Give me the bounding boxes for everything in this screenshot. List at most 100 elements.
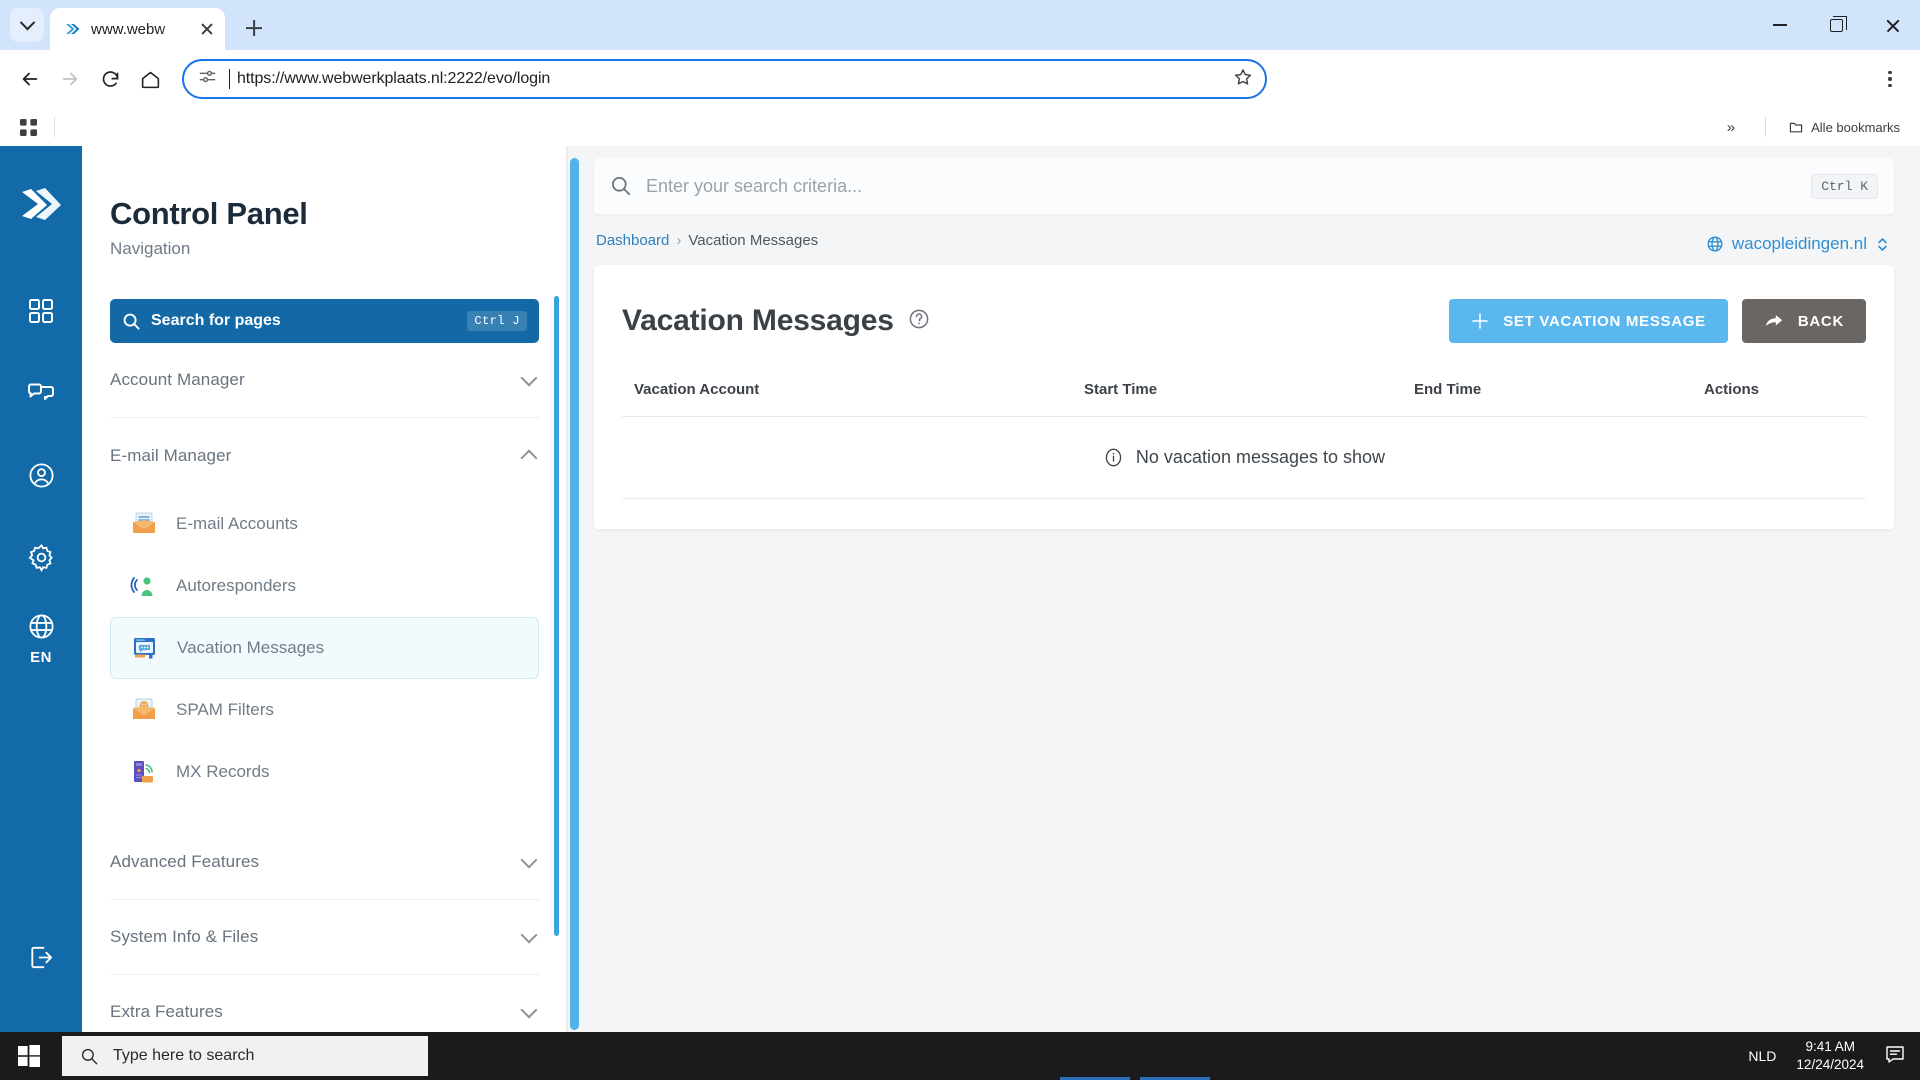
sidebar-scrollbar[interactable] [554,296,559,936]
sidebar-item-vacation-messages[interactable]: Vacation Messages [110,617,539,679]
language-label: EN [30,649,52,666]
logout-button[interactable] [14,930,68,984]
search-input[interactable]: Enter your search criteria... [646,176,1797,197]
search-pages-button[interactable]: Search for pages Ctrl J [110,299,539,343]
gear-icon [28,543,53,572]
bookmark-star-icon[interactable] [1233,67,1253,92]
domain-label: wacopleidingen.nl [1731,234,1867,253]
arrow-right-curve-icon [1765,315,1783,326]
back-button[interactable]: BACK [1741,299,1866,343]
breadcrumb-separator: › [676,232,682,249]
set-vacation-message-label: SET VACATION MESSAGE [1503,312,1706,330]
group-label: Advanced Features [110,852,260,871]
column-header-end-time: End Time [1414,381,1482,398]
clock[interactable]: 9:41 AM 12/24/2024 [1796,1038,1864,1074]
sidebar-item-email-accounts[interactable]: E-mail Accounts [110,493,539,555]
group-label: E-mail Manager [110,445,232,465]
bookmarks-right-group: » Alle bookmarks [1719,117,1906,137]
breadcrumb-current: Vacation Messages [688,232,819,249]
window-controls [1752,0,1920,50]
group-label: Extra Features [110,1002,223,1021]
chevron-updown-icon [1877,236,1888,253]
sidebar-item-account[interactable] [14,448,68,502]
home-button[interactable] [130,59,170,99]
double-chevron-icon [64,20,82,38]
sidebar-group-email-manager[interactable]: E-mail Manager [110,418,539,493]
bookmarks-overflow-button[interactable]: » [1719,119,1743,136]
browser-window: www.webw https://www.webwerkplaats.nl:22… [0,0,1920,1054]
sidebar-group-advanced-features[interactable]: Advanced Features [110,825,539,900]
browser-toolbar: https://www.webwerkplaats.nl:2222/evo/lo… [0,50,1920,108]
clock-time: 9:41 AM [1805,1038,1855,1054]
info-circle-icon [1105,448,1122,467]
chevron-down-icon [520,926,538,943]
sidebar-item-messages[interactable] [14,366,68,420]
site-settings-icon[interactable] [198,67,217,91]
close-icon [1885,18,1900,33]
sidebar-group-system-info-files[interactable]: System Info & Files [110,900,539,975]
windows-taskbar: Type here to search NLD 9:41 AM 12/24/20… [0,1032,1920,1080]
table-empty-state: No vacation messages to show [622,417,1866,499]
browser-tab[interactable]: www.webw [50,8,225,50]
forward-button[interactable] [50,59,90,99]
reload-button[interactable] [90,59,130,99]
sidebar-item-spam-filters[interactable]: SPAM Filters [110,679,539,741]
sidebar-item-dashboard[interactable] [14,284,68,338]
close-window-button[interactable] [1864,0,1920,50]
back-button[interactable] [10,59,50,99]
search-pages-shortcut: Ctrl J [467,311,527,331]
chevron-down-icon [520,369,538,386]
breadcrumb-dashboard[interactable]: Dashboard [596,232,669,249]
search-shortcut: Ctrl K [1811,173,1878,199]
address-bar[interactable]: https://www.webwerkplaats.nl:2222/evo/lo… [182,59,1267,99]
sidebar-group-account-manager[interactable]: Account Manager [110,343,539,418]
sidebar-item-settings[interactable] [14,530,68,584]
new-tab-button[interactable] [237,11,271,45]
domain-selector[interactable]: wacopleidingen.nl [1706,234,1888,254]
sidebar-item-autoresponders[interactable]: Autoresponders [110,555,539,617]
chat-icon [28,383,54,400]
dot [1888,70,1892,75]
apps-grid-icon[interactable] [14,113,42,141]
taskbar-search-box[interactable]: Type here to search [62,1036,428,1076]
main-content: Enter your search criteria... Ctrl K Das… [567,146,1920,1054]
maximize-button[interactable] [1808,0,1864,50]
notifications-icon[interactable] [1884,1043,1906,1070]
start-button[interactable] [0,1032,58,1080]
folder-icon [1789,122,1803,133]
main-scrollbar[interactable] [570,158,579,1030]
globe-icon [1707,236,1723,252]
navigation-sidebar: Control Panel Navigation Search for page… [82,146,567,1054]
language-selector[interactable]: EN [27,612,56,666]
vacation-messages-card: Vacation Messages SET VACATION MESSAGE B… [594,265,1894,529]
browser-menu-button[interactable] [1870,59,1910,99]
column-header-actions: Actions [1704,381,1760,398]
question-circle-icon[interactable] [908,308,930,335]
group-label: System Info & Files [110,927,259,946]
card-actions: SET VACATION MESSAGE BACK [1449,299,1866,343]
global-search-bar[interactable]: Enter your search criteria... Ctrl K [594,158,1894,214]
clock-date: 12/24/2024 [1796,1057,1864,1072]
monitor-message-icon [131,634,159,662]
back-label: BACK [1797,312,1844,330]
tab-search-button[interactable] [10,8,44,42]
dot [1888,83,1892,88]
vacation-messages-table: Vacation Account Start Time End Time Act… [622,381,1866,499]
app-logo[interactable] [14,178,68,232]
url-text[interactable]: https://www.webwerkplaats.nl:2222/evo/lo… [227,69,1223,89]
sidebar-item-mx-records[interactable]: MX Records [110,741,539,803]
all-bookmarks-label: Alle bookmarks [1811,119,1900,135]
sidebar-item-label: Autoresponders [176,576,297,595]
divider [54,117,55,137]
grid-icon [29,299,53,323]
keyboard-language[interactable]: NLD [1748,1048,1776,1064]
taskbar-search-placeholder: Type here to search [113,1047,255,1064]
server-signal-icon [130,758,158,786]
set-vacation-message-button[interactable]: SET VACATION MESSAGE [1449,299,1728,343]
globe-icon [28,614,54,639]
minimize-button[interactable] [1752,0,1808,50]
sidebar-item-label: Vacation Messages [177,638,325,657]
all-bookmarks-button[interactable]: Alle bookmarks [1788,119,1906,135]
close-icon[interactable] [197,19,217,39]
page-subtitle: Navigation [110,239,191,258]
